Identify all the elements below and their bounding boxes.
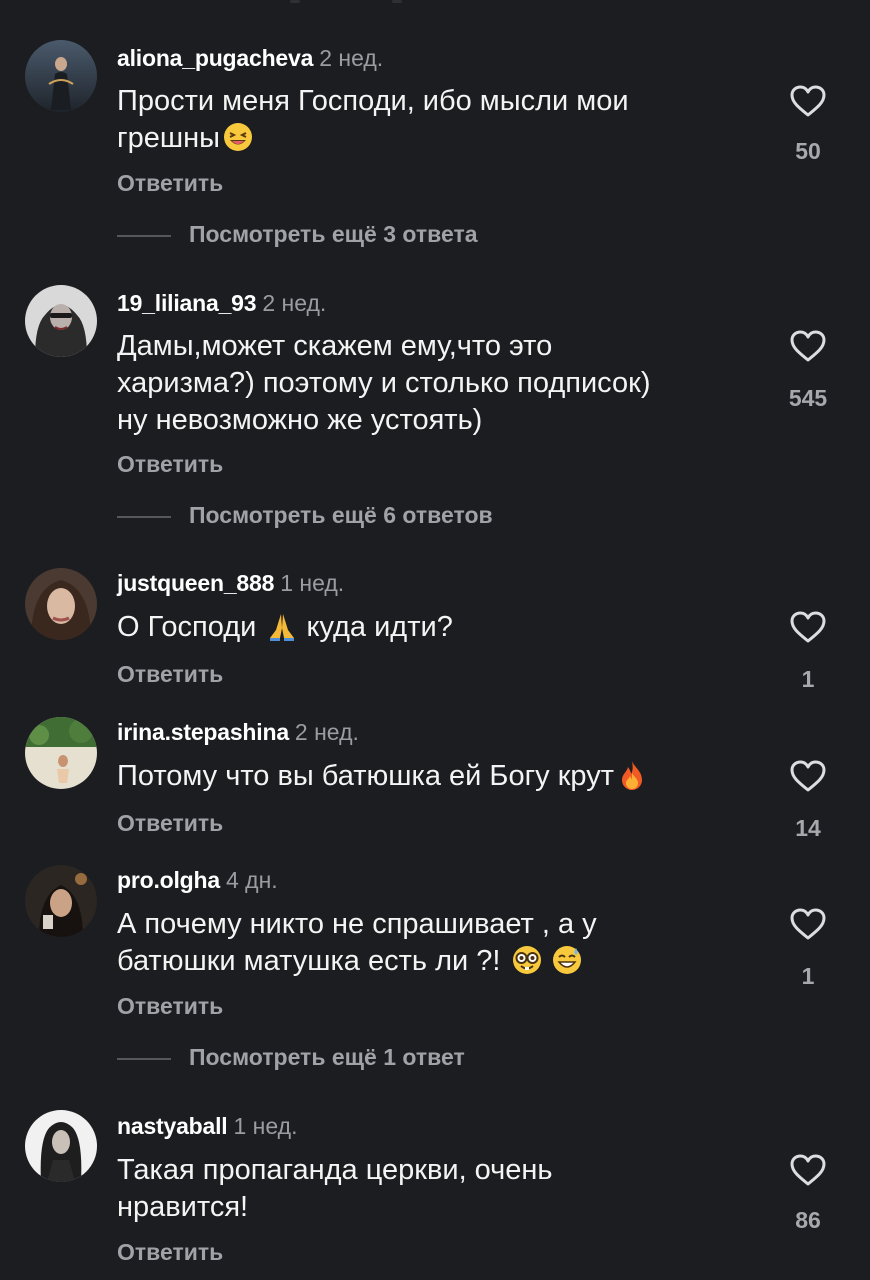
like-count: 1: [801, 963, 815, 989]
reply-button[interactable]: Ответить: [117, 451, 223, 478]
comment-text: О Господи куда идти?: [117, 610, 453, 643]
comment-text: Дамы,может скажем ему,что это харизма?) …: [117, 330, 651, 436]
fire-emoji: [616, 759, 648, 791]
view-more-replies[interactable]: Посмотреть ещё 6 ответов: [117, 502, 717, 532]
comment-username[interactable]: irina.stepashina: [117, 719, 289, 745]
comment-username[interactable]: pro.olgha: [117, 867, 220, 893]
view-more-replies-label[interactable]: Посмотреть ещё 6 ответов: [189, 502, 493, 529]
comment-text: А почему никто не спрашивает , а у батюш…: [117, 908, 597, 977]
heart-outline-icon: [790, 1154, 826, 1186]
comment-time: 2 нед.: [319, 45, 384, 71]
like-button[interactable]: [788, 905, 828, 945]
reply-button[interactable]: Ответить: [117, 993, 223, 1020]
grinning-sweat-emoji: [551, 944, 583, 976]
laughing-face-emoji: [222, 121, 254, 153]
avatar[interactable]: [25, 40, 97, 112]
like-button[interactable]: [788, 327, 828, 367]
avatar[interactable]: [25, 285, 97, 357]
comment-text: Прости меня Господи, ибо мысли мои грешн…: [117, 85, 629, 154]
divider: [117, 1058, 171, 1060]
top-scroll-edge: [0, 0, 870, 6]
comment-time: 4 дн.: [225, 867, 278, 893]
comment-username[interactable]: justqueen_888: [117, 570, 274, 596]
divider: [117, 235, 171, 237]
reply-button[interactable]: Ответить: [117, 661, 223, 688]
comment-username[interactable]: 19_liliana_93: [117, 290, 257, 316]
heart-outline-icon: [790, 760, 826, 792]
divider: [117, 516, 171, 518]
comment-time: 1 нед.: [280, 570, 345, 596]
like-button[interactable]: [788, 757, 828, 797]
like-button[interactable]: [788, 82, 828, 122]
like-count: 86: [795, 1207, 821, 1233]
like-button[interactable]: [788, 1151, 828, 1191]
like-count: 1: [801, 666, 815, 692]
like-count: 545: [788, 385, 828, 411]
comment-time: 2 нед.: [294, 719, 359, 745]
reply-button[interactable]: Ответить: [117, 810, 223, 837]
avatar[interactable]: [25, 865, 97, 937]
comment-time: 2 нед.: [262, 290, 327, 316]
comment-username[interactable]: nastyaball: [117, 1113, 228, 1139]
comment-text: Такая пропаганда церкви, очень нравится!: [117, 1154, 553, 1223]
comment-time: 1 нед.: [233, 1113, 298, 1139]
avatar[interactable]: [25, 717, 97, 789]
like-count: 14: [795, 815, 821, 841]
comment-text: Потому что вы батюшка ей Богу крут: [117, 758, 757, 795]
reply-button[interactable]: Ответить: [117, 1239, 223, 1266]
heart-outline-icon: [790, 330, 826, 362]
reply-button[interactable]: Ответить: [117, 170, 223, 197]
like-count: 50: [795, 138, 821, 164]
view-more-replies-label[interactable]: Посмотреть ещё 1 ответ: [189, 1044, 465, 1071]
heart-outline-icon: [790, 908, 826, 940]
view-more-replies[interactable]: Посмотреть ещё 3 ответа: [117, 221, 717, 251]
folded-hands-emoji: [266, 610, 298, 642]
heart-outline-icon: [790, 85, 826, 117]
nerd-face-emoji: [511, 944, 543, 976]
avatar[interactable]: [25, 1110, 97, 1182]
view-more-replies-label[interactable]: Посмотреть ещё 3 ответа: [189, 221, 478, 248]
comment-username[interactable]: aliona_pugacheva: [117, 45, 313, 71]
like-button[interactable]: [788, 608, 828, 648]
avatar[interactable]: [25, 568, 97, 640]
heart-outline-icon: [790, 611, 826, 643]
view-more-replies[interactable]: Посмотреть ещё 1 ответ: [117, 1044, 717, 1074]
